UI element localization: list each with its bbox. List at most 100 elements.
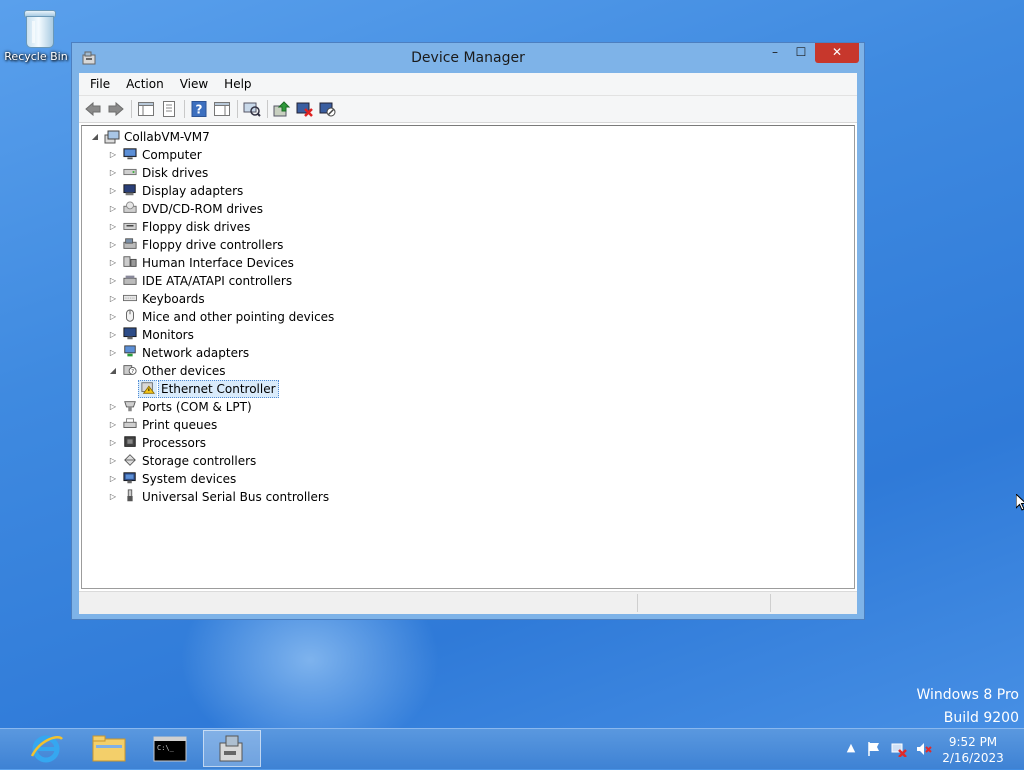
tree-category-item[interactable]: ▷ DVD/CD-ROM drives (82, 200, 482, 218)
hid-icon (123, 256, 137, 267)
expand-arrow-icon[interactable]: ▷ (108, 290, 118, 308)
tree-category-item[interactable]: ▷ Universal Serial Bus controllers (82, 488, 482, 506)
tree-category-item[interactable]: ◢? Other devices (82, 362, 482, 380)
tree-category-item[interactable]: ▷ Storage controllers (82, 452, 482, 470)
tree-item-label: Display adapters (142, 184, 244, 198)
tree-category-item[interactable]: ▷ IDE ATA/ATAPI controllers (82, 272, 482, 290)
expand-arrow-icon[interactable]: ▷ (108, 488, 118, 506)
tree-root[interactable]: ◢ CollabVM-VM7 (82, 128, 382, 146)
expand-arrow-icon[interactable]: ▷ (108, 236, 118, 254)
storage-controller-icon (124, 454, 136, 466)
tree-category-item[interactable]: ▷ Human Interface Devices (82, 254, 482, 272)
expand-arrow-icon[interactable]: ▷ (108, 326, 118, 344)
toolbar-separator (267, 100, 268, 118)
expand-arrow-icon[interactable]: ▷ (108, 452, 118, 470)
taskbar-clock[interactable]: 9:52 PM 2/16/2023 (940, 734, 1006, 766)
tree-category-item[interactable]: ▷ Display adapters (82, 182, 482, 200)
expand-arrow-icon[interactable]: ▷ (108, 398, 118, 416)
title-bar[interactable]: Device Manager – ☐ ✕ (72, 43, 864, 73)
window-client-area: File Action View Help ? ◢ CollabVM-VM7 ▷… (79, 73, 857, 614)
help-icon[interactable]: ? (189, 99, 209, 119)
expand-arrow-icon[interactable]: ▷ (108, 416, 118, 434)
tree-item-label: Processors (142, 436, 207, 450)
svg-text:?: ? (131, 369, 134, 375)
menu-view[interactable]: View (172, 73, 216, 95)
command-prompt-icon[interactable]: C:\_ (141, 730, 199, 767)
action-center-flag-icon[interactable] (866, 741, 882, 757)
menu-bar: File Action View Help (79, 73, 857, 96)
computer-icon (123, 148, 137, 160)
floppy-controller-icon (123, 238, 137, 249)
update-driver-icon[interactable] (272, 99, 292, 119)
expand-arrow-icon[interactable]: ▷ (108, 308, 118, 326)
tree-category-item[interactable]: ▷ Keyboards (82, 290, 482, 308)
tree-root-label: CollabVM-VM7 (124, 130, 210, 144)
tree-category-item[interactable]: ▷ Monitors (82, 326, 482, 344)
expand-arrow-icon[interactable]: ▷ (108, 434, 118, 452)
expand-arrow-icon[interactable]: ▷ (108, 470, 118, 488)
tree-category-item[interactable]: ▷ Floppy drive controllers (82, 236, 482, 254)
tree-category-item[interactable]: ▷ Floppy disk drives (82, 218, 482, 236)
menu-action[interactable]: Action (118, 73, 172, 95)
collapse-arrow-icon[interactable]: ◢ (108, 362, 118, 380)
tree-category-item[interactable]: ▷ System devices (82, 470, 482, 488)
menu-help[interactable]: Help (216, 73, 259, 95)
processor-icon (124, 436, 136, 447)
volume-muted-icon[interactable] (916, 741, 932, 757)
tree-category-item[interactable]: ▷ Disk drives (82, 164, 482, 182)
tree-item-label: Monitors (142, 328, 194, 342)
ide-controller-icon (123, 275, 137, 285)
forward-icon[interactable] (106, 99, 126, 119)
expand-arrow-icon[interactable]: ▷ (108, 200, 118, 218)
show-hide-console-tree-icon[interactable] (136, 99, 156, 119)
properties-icon[interactable] (159, 99, 179, 119)
expand-arrow-icon[interactable]: ▷ (108, 254, 118, 272)
recycle-bin-icon (22, 6, 56, 48)
close-button[interactable]: ✕ (815, 43, 859, 63)
menu-file[interactable]: File (82, 73, 118, 95)
uninstall-device-icon[interactable] (295, 99, 315, 119)
disable-device-icon[interactable] (318, 99, 338, 119)
computer-root-icon (104, 130, 120, 144)
tree-category-item[interactable]: ▷ Mice and other pointing devices (82, 308, 482, 326)
device-tree[interactable]: ◢ CollabVM-VM7 ▷ Computer ▷ Disk drives ▷ Dis… (81, 125, 855, 589)
expand-arrow-icon[interactable]: ▷ (108, 146, 118, 164)
expand-arrow-icon[interactable]: ▷ (108, 344, 118, 362)
collapse-arrow-icon[interactable]: ◢ (90, 128, 100, 146)
mouse-icon (126, 309, 134, 322)
tree-item-label: Keyboards (142, 292, 205, 306)
tree-category-item[interactable]: ▷ Network adapters (82, 344, 482, 362)
scan-hardware-icon[interactable] (242, 99, 262, 119)
expand-arrow-icon[interactable]: ▷ (108, 272, 118, 290)
maximize-button[interactable]: ☐ (788, 43, 814, 63)
printer-icon (123, 418, 137, 428)
file-explorer-icon[interactable] (80, 730, 138, 767)
tree-item-label: Print queues (142, 418, 218, 432)
tree-category-item[interactable]: ▷ Print queues (82, 416, 482, 434)
internet-explorer-icon[interactable] (18, 730, 76, 767)
tree-child-item[interactable]: Ethernet Controller (82, 380, 482, 398)
show-hidden-icons-icon[interactable]: ▲ (843, 741, 859, 757)
tree-item-label: IDE ATA/ATAPI controllers (142, 274, 293, 288)
tree-category-item[interactable]: ▷ Computer (82, 146, 482, 164)
floppy-drive-icon (123, 222, 137, 230)
tree-item-label: Other devices (142, 364, 226, 378)
tree-category-item[interactable]: ▷ Processors (82, 434, 482, 452)
back-icon[interactable] (83, 99, 103, 119)
desktop-icon-recycle-bin[interactable]: Recycle Bin (4, 4, 72, 63)
monitor-icon (123, 327, 137, 340)
expand-arrow-icon[interactable]: ▷ (108, 218, 118, 236)
windows-watermark: Windows 8 Pro Build 9200 (916, 684, 1019, 730)
expand-arrow-icon[interactable]: ▷ (108, 182, 118, 200)
network-error-icon[interactable] (891, 741, 907, 757)
expand-arrow-icon[interactable]: ▷ (108, 164, 118, 182)
tree-item-label: Floppy drive controllers (142, 238, 284, 252)
minimize-button[interactable]: – (762, 43, 788, 63)
device-manager-icon[interactable] (203, 730, 261, 767)
action-pane-icon[interactable] (212, 99, 232, 119)
watermark-build: Build 9200 (943, 710, 1019, 726)
toolbar-separator (131, 100, 132, 118)
clock-date: 2/16/2023 (942, 751, 1004, 765)
mouse-cursor-icon (1016, 494, 1024, 511)
tree-category-item[interactable]: ▷ Ports (COM & LPT) (82, 398, 482, 416)
